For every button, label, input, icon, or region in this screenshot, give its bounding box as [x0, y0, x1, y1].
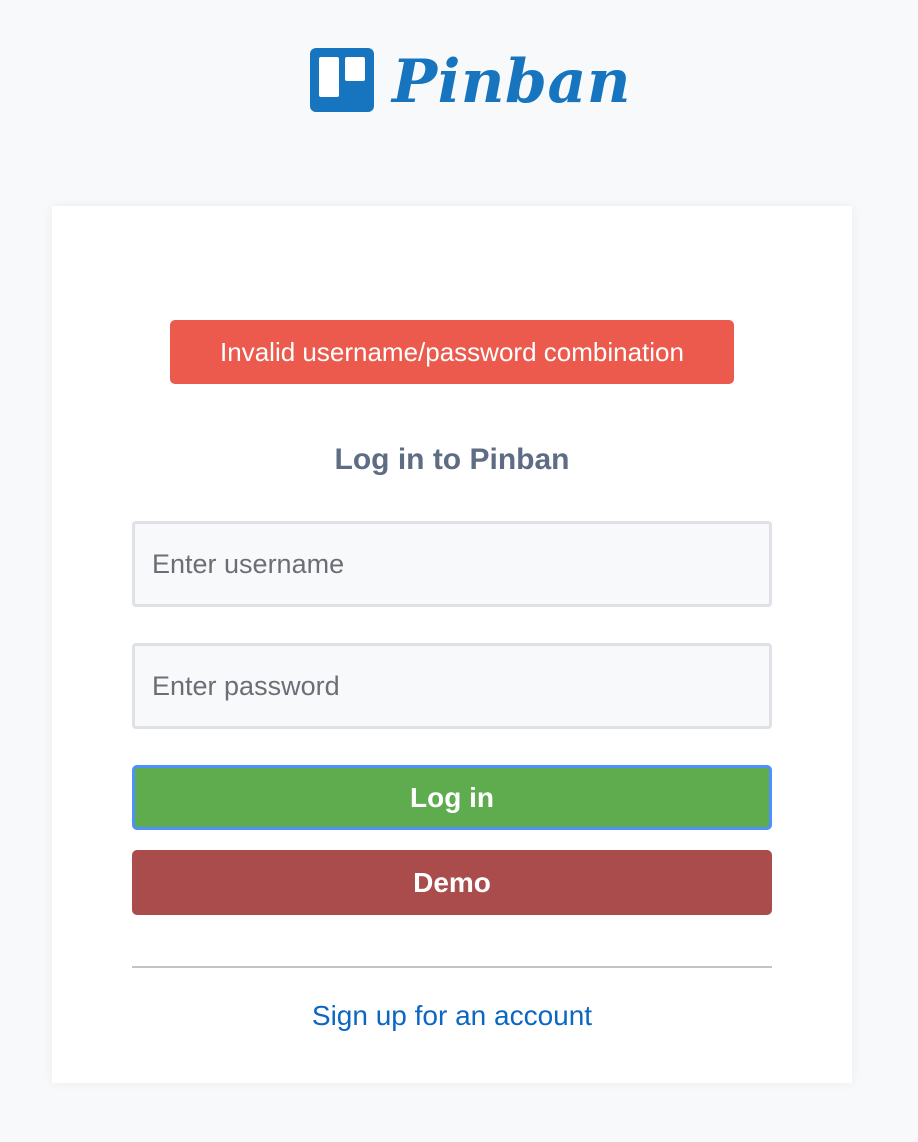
- brand-logo[interactable]: Pinban: [310, 44, 631, 116]
- login-page: Pinban Invalid username/password combina…: [0, 0, 918, 1142]
- error-alert: Invalid username/password combination: [170, 320, 734, 384]
- login-card: Invalid username/password combination Lo…: [52, 206, 852, 1083]
- board-icon: [310, 48, 374, 112]
- brand-name: Pinban: [392, 47, 631, 117]
- demo-button[interactable]: Demo: [132, 850, 772, 915]
- login-button[interactable]: Log in: [132, 765, 772, 830]
- page-title: Log in to Pinban: [334, 443, 570, 477]
- divider: [132, 966, 772, 968]
- password-input[interactable]: [132, 643, 772, 729]
- username-input[interactable]: [132, 521, 772, 607]
- signup-link[interactable]: Sign up for an account: [52, 998, 852, 1034]
